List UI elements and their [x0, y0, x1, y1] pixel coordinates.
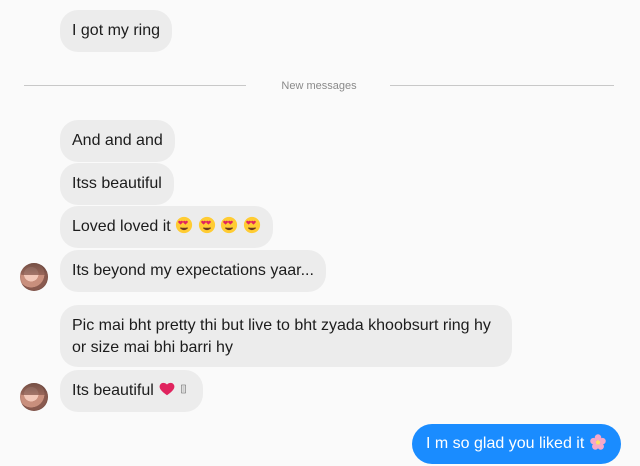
new-messages-divider: New messages [24, 78, 614, 94]
message-text: I m so glad you liked it [426, 435, 585, 452]
message-text: Its beautiful [72, 382, 154, 399]
message-text: Loved loved it [72, 218, 171, 235]
divider-line-right [390, 85, 614, 86]
message-incoming[interactable]: I got my ring [60, 10, 173, 52]
message-incoming[interactable]: Its beautiful [60, 370, 203, 412]
message-incoming[interactable]: Its beyond my expectations yaar... [60, 250, 326, 292]
message-text: I got my ring [72, 22, 161, 39]
contact-avatar[interactable] [20, 383, 48, 411]
message-text: Itss beautiful [72, 175, 162, 192]
avatar-image [20, 263, 48, 275]
message-outgoing[interactable]: I m so glad you liked it [412, 424, 621, 464]
chat-thread: I got my ring New messages And and and I… [0, 0, 640, 466]
unsupported-glyph-icon [180, 384, 186, 394]
message-text: Its beyond my expectations yaar... [72, 262, 314, 279]
avatar-image [20, 383, 48, 395]
message-incoming[interactable]: Pic mai bht pretty thi but live to bht z… [60, 305, 512, 367]
message-incoming[interactable]: Loved loved it [60, 206, 273, 248]
red-heart-icon [159, 382, 175, 396]
heart-eyes-icon [198, 216, 215, 234]
contact-avatar[interactable] [20, 263, 48, 291]
divider-label: New messages [281, 80, 357, 92]
message-text: Pic mai bht pretty thi but live to bht z… [72, 317, 491, 356]
blossom-icon [590, 434, 606, 450]
heart-eyes-icon [220, 216, 238, 234]
message-text: And and and [72, 132, 163, 149]
heart-eyes-icon [176, 216, 193, 234]
heart-eyes-icon [243, 216, 260, 234]
message-incoming[interactable]: And and and [60, 120, 175, 162]
message-incoming[interactable]: Itss beautiful [60, 163, 174, 205]
